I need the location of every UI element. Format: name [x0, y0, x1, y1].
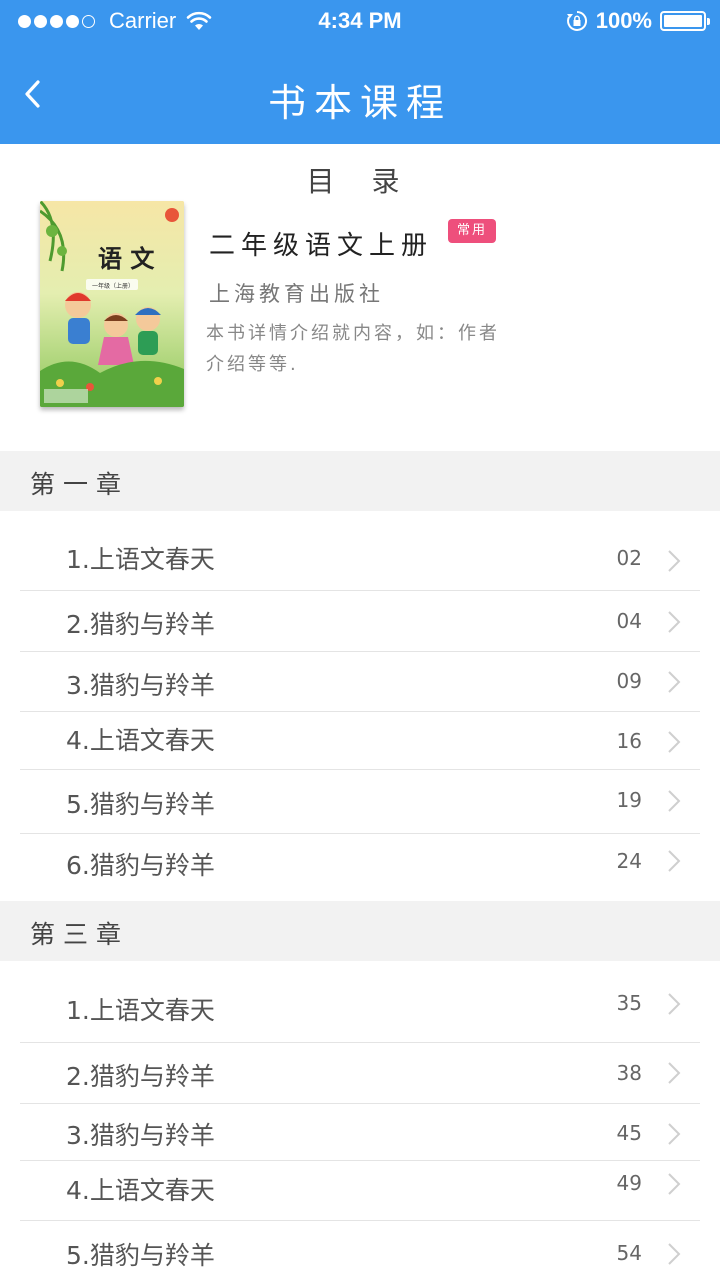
lesson-page: 09: [616, 669, 642, 693]
battery-icon: [660, 11, 710, 31]
lesson-page: 49: [616, 1171, 642, 1195]
lesson-title: 5.猎豹与羚羊: [66, 1241, 215, 1270]
lesson-row[interactable]: 5.猎豹与羚羊 54: [20, 1221, 700, 1280]
lesson-row[interactable]: 3.猎豹与羚羊 45: [20, 1104, 700, 1161]
lesson-page: 45: [616, 1121, 642, 1145]
chevron-right-icon: [668, 790, 681, 812]
page-title: 书本课程: [267, 81, 452, 125]
lesson-row[interactable]: 1.上语文春天 35: [20, 976, 700, 1043]
lesson-page: 35: [616, 991, 642, 1015]
lesson-title: 6.猎豹与羚羊: [66, 851, 215, 880]
chevron-right-icon: [668, 611, 681, 633]
lesson-row[interactable]: 2.猎豹与羚羊 38: [20, 1043, 700, 1104]
chevron-right-icon: [668, 1062, 681, 1084]
cover-title-text: 语 文: [98, 244, 155, 273]
rotation-lock-icon: [566, 10, 587, 31]
chapter-label: 第三章: [30, 920, 130, 949]
lesson-row[interactable]: 3.猎豹与羚羊 09: [20, 652, 700, 712]
chapter-label: 第一章: [30, 470, 130, 499]
status-bar: Carrier 4:34 PM 100%: [0, 0, 720, 44]
chevron-right-icon: [668, 1123, 681, 1145]
lesson-title: 1.上语文春天: [66, 996, 215, 1025]
lesson-title: 3.猎豹与羚羊: [66, 671, 215, 700]
chevron-right-icon: [668, 671, 681, 693]
nav-bar: 书本课程: [0, 44, 720, 144]
lesson-title: 4.上语文春天: [66, 1176, 215, 1205]
lesson-page: 54: [616, 1241, 642, 1265]
lesson-title: 1.上语文春天: [66, 545, 215, 574]
frequent-badge: 常用: [448, 219, 496, 243]
cover-illustration: 语 文 一年级（上册）: [40, 201, 184, 407]
chapter-header: 第一章: [0, 451, 720, 511]
chapter-header: 第三章: [0, 901, 720, 961]
chevron-right-icon: [668, 1243, 681, 1265]
book-title: 二年级语文上册: [209, 231, 434, 261]
lesson-title: 4.上语文春天: [66, 726, 215, 755]
book-cover-image[interactable]: 语 文 一年级（上册）: [40, 201, 184, 407]
cover-subtitle-text: 一年级（上册）: [92, 282, 134, 290]
chevron-right-icon: [668, 850, 681, 872]
lesson-page: 16: [616, 729, 642, 753]
lesson-page: 02: [616, 546, 642, 570]
lesson-row[interactable]: 4.上语文春天 16: [20, 712, 700, 770]
lesson-row[interactable]: 2.猎豹与羚羊 04: [20, 591, 700, 652]
lesson-row[interactable]: 1.上语文春天 02: [20, 526, 700, 591]
lesson-row[interactable]: 4.上语文春天 49: [20, 1161, 700, 1221]
book-publisher: 上海教育出版社: [209, 282, 384, 306]
lesson-page: 04: [616, 609, 642, 633]
lesson-title: 2.猎豹与羚羊: [66, 610, 215, 639]
battery-percent: 100%: [595, 8, 652, 33]
chevron-right-icon: [668, 550, 681, 572]
lesson-title: 3.猎豹与羚羊: [66, 1121, 215, 1150]
battery-info: 100%: [566, 8, 710, 34]
lesson-page: 38: [616, 1061, 642, 1085]
lesson-page: 24: [616, 849, 642, 873]
toc-heading: 目 录: [306, 165, 414, 198]
lesson-row[interactable]: 6.猎豹与羚羊 24: [20, 834, 700, 900]
book-description: 本书详情介绍就内容，如：作者介绍等等.: [206, 323, 500, 375]
chevron-right-icon: [668, 1173, 681, 1195]
lesson-title: 2.猎豹与羚羊: [66, 1062, 215, 1091]
chevron-right-icon: [668, 993, 681, 1015]
chevron-right-icon: [668, 731, 681, 753]
lesson-title: 5.猎豹与羚羊: [66, 790, 215, 819]
lesson-page: 19: [616, 788, 642, 812]
lesson-row[interactable]: 5.猎豹与羚羊 19: [20, 770, 700, 834]
